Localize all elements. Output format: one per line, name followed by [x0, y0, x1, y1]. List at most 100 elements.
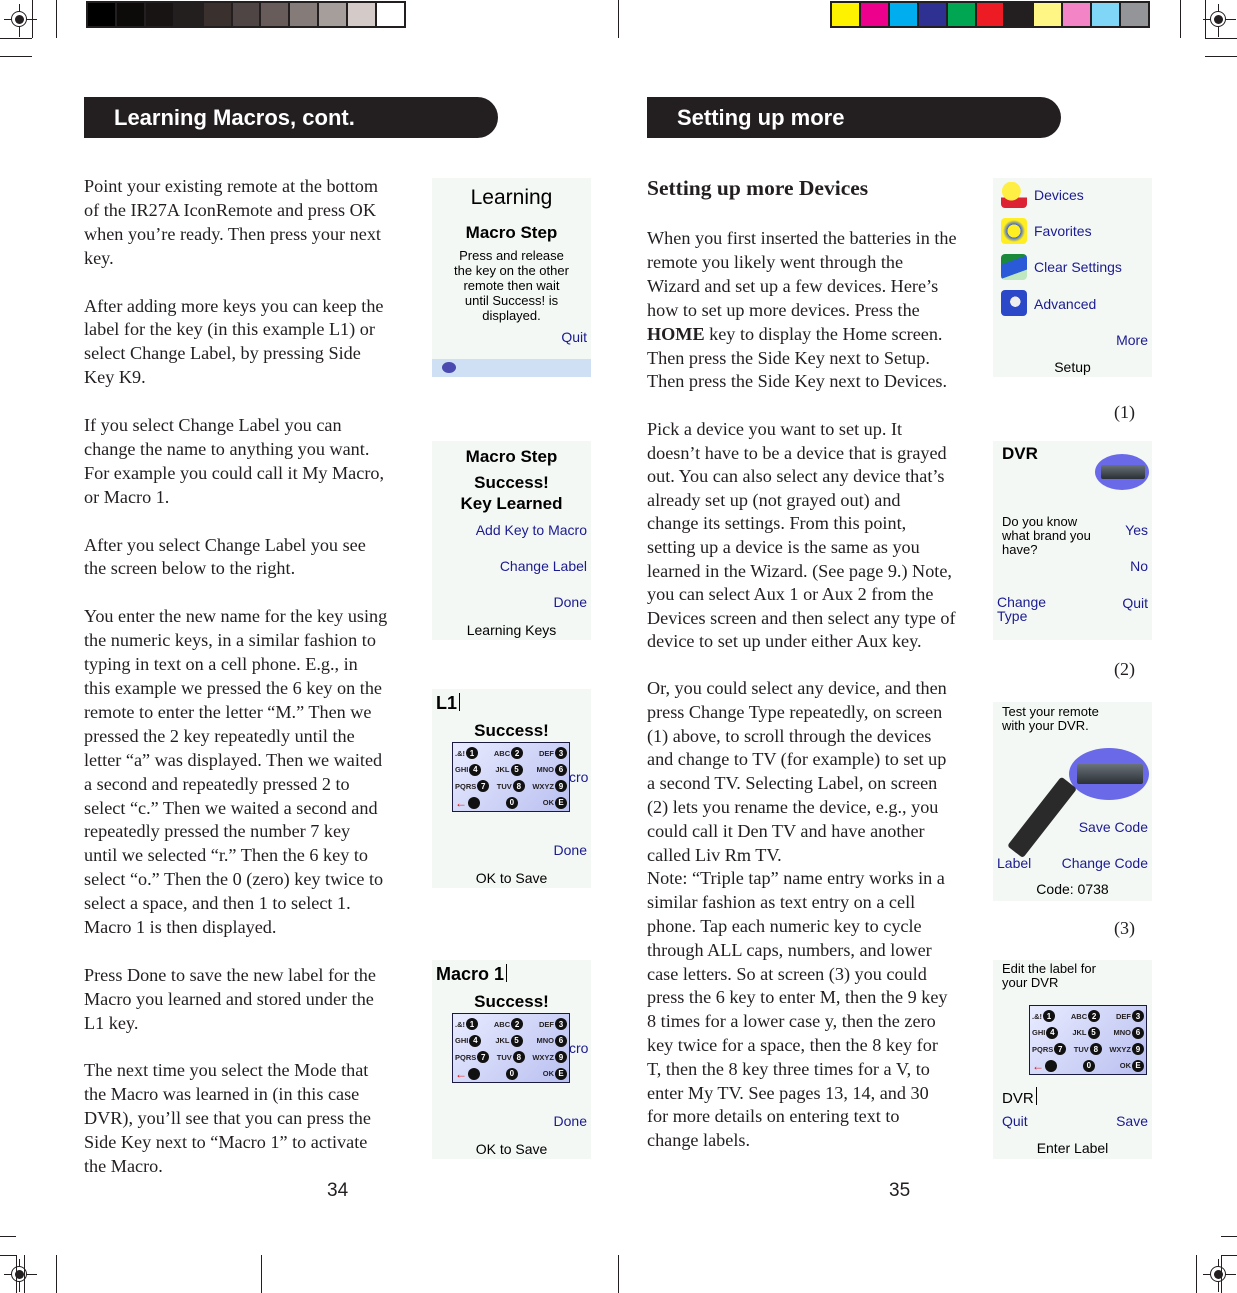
trim-mark: [1205, 38, 1237, 39]
color-swatch: [88, 3, 115, 26]
section-header-setting-up-more: Setting up more: [647, 97, 1061, 138]
keypad-key: JKL 5: [495, 1034, 523, 1047]
done-option[interactable]: Done: [554, 1113, 587, 1129]
key-number: 0: [1082, 1059, 1095, 1072]
trim-mark: [1205, 56, 1237, 57]
remote-status-icon: [442, 362, 456, 373]
keypad-key: MNO 6: [1113, 1026, 1144, 1039]
quit-option[interactable]: Quit: [561, 329, 587, 345]
key-letters: DEF: [539, 1019, 554, 1029]
color-swatch: [290, 3, 318, 26]
key-letters: .&!: [455, 748, 465, 758]
backspace-arrow-icon: ←: [455, 1066, 467, 1081]
key-number: 9: [555, 780, 567, 792]
keypad-row: ← 0 OK E: [455, 1066, 567, 1082]
body-paragraph: If you select Change Label you can chang…: [84, 415, 385, 507]
trim-mark: [32, 0, 33, 38]
remote-screen-dvr: DVR Do you know what brand you have? Yes…: [993, 441, 1152, 640]
color-swatch: [232, 3, 260, 26]
home-key-name: HOME: [647, 323, 705, 344]
key-number: 7: [1054, 1043, 1067, 1055]
section-header-learning-macros: Learning Macros, cont.: [84, 97, 498, 138]
key-number: 6: [554, 763, 567, 776]
trim-mark: [0, 38, 32, 39]
key-number: 0: [505, 1067, 518, 1080]
yes-option[interactable]: Yes: [1125, 522, 1148, 538]
devices-icon: [1001, 182, 1027, 208]
status-bar: [432, 359, 591, 377]
keypad-row: PQRS 7 TUV 8 WXYZ 9: [1032, 1041, 1144, 1057]
key-number: 6: [554, 1034, 567, 1047]
keypad-key: ←: [455, 1066, 480, 1081]
center-trim-mark: [618, 0, 619, 38]
remote-screen-learning: Learning Macro Step Press and release th…: [432, 178, 591, 377]
body-paragraph: You enter the new name for the key using…: [84, 606, 388, 938]
key-letters: TUV: [496, 1052, 512, 1062]
trim-mark: [1205, 0, 1206, 38]
add-key-to-macro-option[interactable]: Add Key to Macro: [476, 522, 587, 538]
quit-option[interactable]: Quit: [1122, 595, 1148, 611]
change-type-option[interactable]: Change Type: [997, 595, 1046, 623]
partial-macro-text: cro: [569, 1040, 589, 1056]
screen-line3: Key Learned: [460, 494, 563, 513]
left-page-body: Point your existing remote at the bottom…: [84, 175, 424, 1203]
done-option[interactable]: Done: [554, 842, 587, 858]
menu-item-devices[interactable]: Devices: [1034, 187, 1084, 203]
label-input[interactable]: DVR: [1002, 1087, 1037, 1107]
label-option[interactable]: Label: [997, 855, 1031, 871]
color-swatch: [145, 3, 173, 26]
key-letters: PQRS: [1032, 1044, 1054, 1054]
menu-item-favorites[interactable]: Favorites: [1034, 223, 1092, 239]
keypad-key: TUV 8: [1074, 1043, 1102, 1055]
key-letters: MNO: [536, 1036, 554, 1045]
done-option[interactable]: Done: [554, 594, 587, 610]
color-swatch: [348, 3, 376, 26]
key-letters: OK: [542, 1069, 554, 1078]
screen-footer: Learning Keys: [466, 622, 557, 638]
keypad-key: 0: [505, 1067, 518, 1080]
color-swatch: [1092, 3, 1120, 26]
keypad-key: OK E: [543, 796, 567, 809]
intro-text: When you first inserted the batteries in…: [647, 228, 957, 320]
key-number: E: [555, 796, 567, 809]
save-option[interactable]: Save: [1116, 1113, 1148, 1129]
save-code-option[interactable]: Save Code: [1079, 819, 1148, 835]
text-cursor: [1035, 1087, 1037, 1105]
key-letters: .&!: [1032, 1011, 1042, 1021]
key-number: 7: [477, 780, 490, 792]
screen-ref-1: (1): [1114, 402, 1135, 422]
right-page-para2: Pick a device you want to set up. It doe…: [647, 419, 956, 652]
keypad-key: MNO 6: [536, 1034, 567, 1047]
edit-label-message: Edit the label for your DVR: [1002, 961, 1096, 990]
key-letters: WXYZ: [1109, 1044, 1131, 1054]
label-input[interactable]: L1: [436, 693, 461, 714]
key-number: 3: [555, 1018, 567, 1030]
keypad-overlay: .&! 1 ABC 2 DEF 3 GHI 4 JKL 5 MNO 6 PQRS 7 TUV 8 WXYZ 9 ← 0…: [1029, 1005, 1147, 1075]
page-number-left: 34: [327, 1180, 349, 1201]
keypad-key: GHI 4: [1032, 1026, 1059, 1039]
no-option[interactable]: No: [1130, 558, 1148, 574]
color-swatch: [1121, 3, 1148, 26]
keypad-key: WXYZ 9: [532, 780, 567, 792]
section-title: Setting up more: [677, 105, 845, 130]
quit-option[interactable]: Quit: [1002, 1113, 1028, 1129]
color-swatch: [918, 3, 946, 26]
screen-ref-2: (2): [1114, 659, 1135, 679]
key-number: 2: [1088, 1010, 1101, 1022]
color-swatch: [860, 3, 888, 26]
backspace-arrow-icon: ←: [1032, 1058, 1044, 1073]
menu-item-advanced[interactable]: Advanced: [1034, 296, 1096, 312]
color-swatch: [1063, 3, 1091, 26]
more-option[interactable]: More: [1116, 332, 1148, 348]
key-letters: PQRS: [455, 1052, 477, 1062]
screen-subtitle: Macro Step: [465, 223, 558, 242]
change-code-option[interactable]: Change Code: [1062, 855, 1148, 871]
remote-screen-test-code: Test your remote with your DVR. Save Cod…: [993, 702, 1152, 901]
text-cursor: [506, 964, 508, 982]
key-letters: ABC: [493, 748, 511, 758]
menu-item-clear-settings[interactable]: Clear Settings: [1034, 259, 1122, 275]
screen-footer: Enter Label: [1036, 1140, 1109, 1156]
keypad-key: 0: [1082, 1059, 1095, 1072]
label-input[interactable]: Macro 1: [436, 964, 508, 985]
change-label-option[interactable]: Change Label: [500, 558, 587, 574]
